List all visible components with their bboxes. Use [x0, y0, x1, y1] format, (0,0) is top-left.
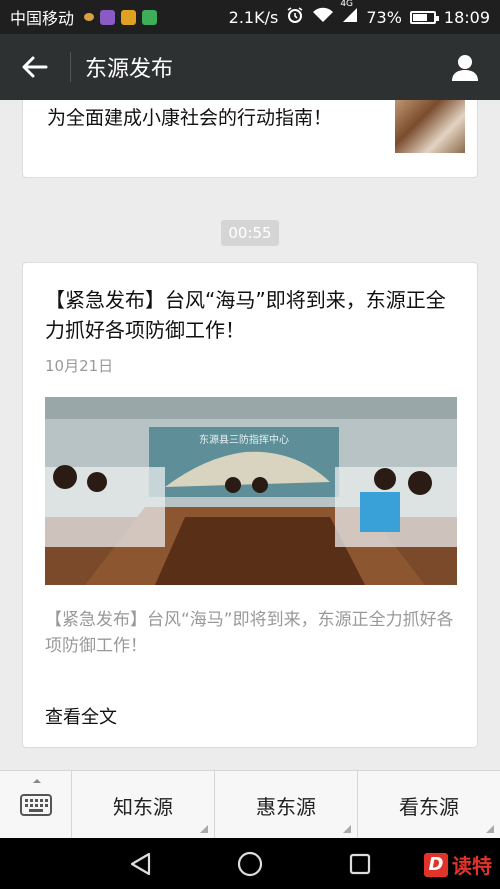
article-date: 10月21日 [45, 357, 114, 375]
clock: 18:09 [443, 7, 490, 27]
wifi-icon [312, 7, 334, 27]
previous-article-title: 【聚焦东源党代会】让县委工作报告成为全面建成小康社会的行动指南！ [47, 100, 370, 129]
dute-watermark: D 读特 [424, 850, 492, 879]
orange-app-icon [121, 9, 137, 25]
signal-icon: 4G [340, 0, 358, 27]
purple-app-icon [100, 9, 116, 25]
submenu-indicator-icon [343, 825, 351, 833]
notification-icons [84, 9, 158, 25]
article-summary: 【紧急发布】台风“海马”即将到来，东源正全力抓好各项防御工作！ [45, 610, 454, 656]
network-speed: 2.1K/s [228, 7, 279, 27]
status-bar: 中国移动 2.1K/s 4G 73% 18:09 [0, 0, 500, 34]
article-title: 【紧急发布】台风“海马”即将到来，东源正全力抓好各项防御工作！ [45, 288, 446, 342]
dute-logo-text: 读特 [452, 854, 492, 878]
photo-wall-caption: 东源县三防指挥中心 [199, 433, 289, 446]
back-button[interactable] [0, 34, 70, 100]
title-divider [70, 52, 71, 82]
page-title: 东源发布 [85, 57, 174, 82]
timestamp-chip: 00:55 [221, 220, 279, 246]
menu-item-label: 知东源 [113, 794, 173, 819]
network-type: 4G [340, 0, 354, 9]
home-circle-icon [237, 851, 263, 876]
previous-article-card[interactable]: 【聚焦东源党代会】让县委工作报告成为全面建成小康社会的行动指南！ [22, 100, 478, 178]
title-bar: 东源发布 [0, 34, 500, 100]
menu-item-label: 惠东源 [256, 794, 316, 819]
keyboard-toggle-button[interactable] [0, 771, 72, 839]
alarm-icon [286, 6, 304, 28]
profile-button[interactable] [430, 34, 500, 100]
carrier-name: 中国移动 [10, 9, 75, 28]
article-photo: 东源县三防指挥中心 [45, 397, 457, 585]
system-nav-bar: D 读特 [0, 838, 500, 889]
heart-notification-icon [84, 13, 95, 21]
menu-item-kan-dongyuan[interactable]: 看东源 [358, 771, 500, 839]
menu-item-zhi-dongyuan[interactable]: 知东源 [72, 771, 215, 839]
message-list[interactable]: 【聚焦东源党代会】让县委工作报告成为全面建成小康社会的行动指南！ 00:55 【… [0, 100, 500, 770]
article-card[interactable]: 【紧急发布】台风“海马”即将到来，东源正全力抓好各项防御工作！ 10月21日 东… [22, 262, 478, 748]
back-triangle-icon [130, 852, 151, 875]
battery-fill [412, 13, 428, 21]
arrow-left-icon [22, 56, 48, 78]
previous-article-thumbnail [395, 100, 465, 153]
person-icon [452, 55, 478, 81]
battery-percent: 73% [366, 7, 402, 27]
menu-item-label: 看东源 [399, 794, 459, 819]
dute-logo: D [424, 852, 448, 877]
keyboard-icon [19, 794, 52, 816]
read-full-text-link[interactable]: 查看全文 [45, 703, 117, 729]
menu-up-arrow-icon [33, 779, 41, 783]
nav-back-button[interactable] [85, 838, 195, 889]
nav-home-button[interactable] [195, 838, 305, 889]
recent-square-icon [349, 853, 371, 874]
battery-icon [409, 10, 439, 24]
green-app-icon [142, 9, 158, 25]
submenu-indicator-icon [200, 825, 208, 833]
bottom-menu: 知东源 惠东源 看东源 [0, 770, 500, 839]
menu-item-hui-dongyuan[interactable]: 惠东源 [215, 771, 358, 839]
nav-recent-button[interactable] [305, 838, 415, 889]
submenu-indicator-icon [486, 825, 494, 833]
